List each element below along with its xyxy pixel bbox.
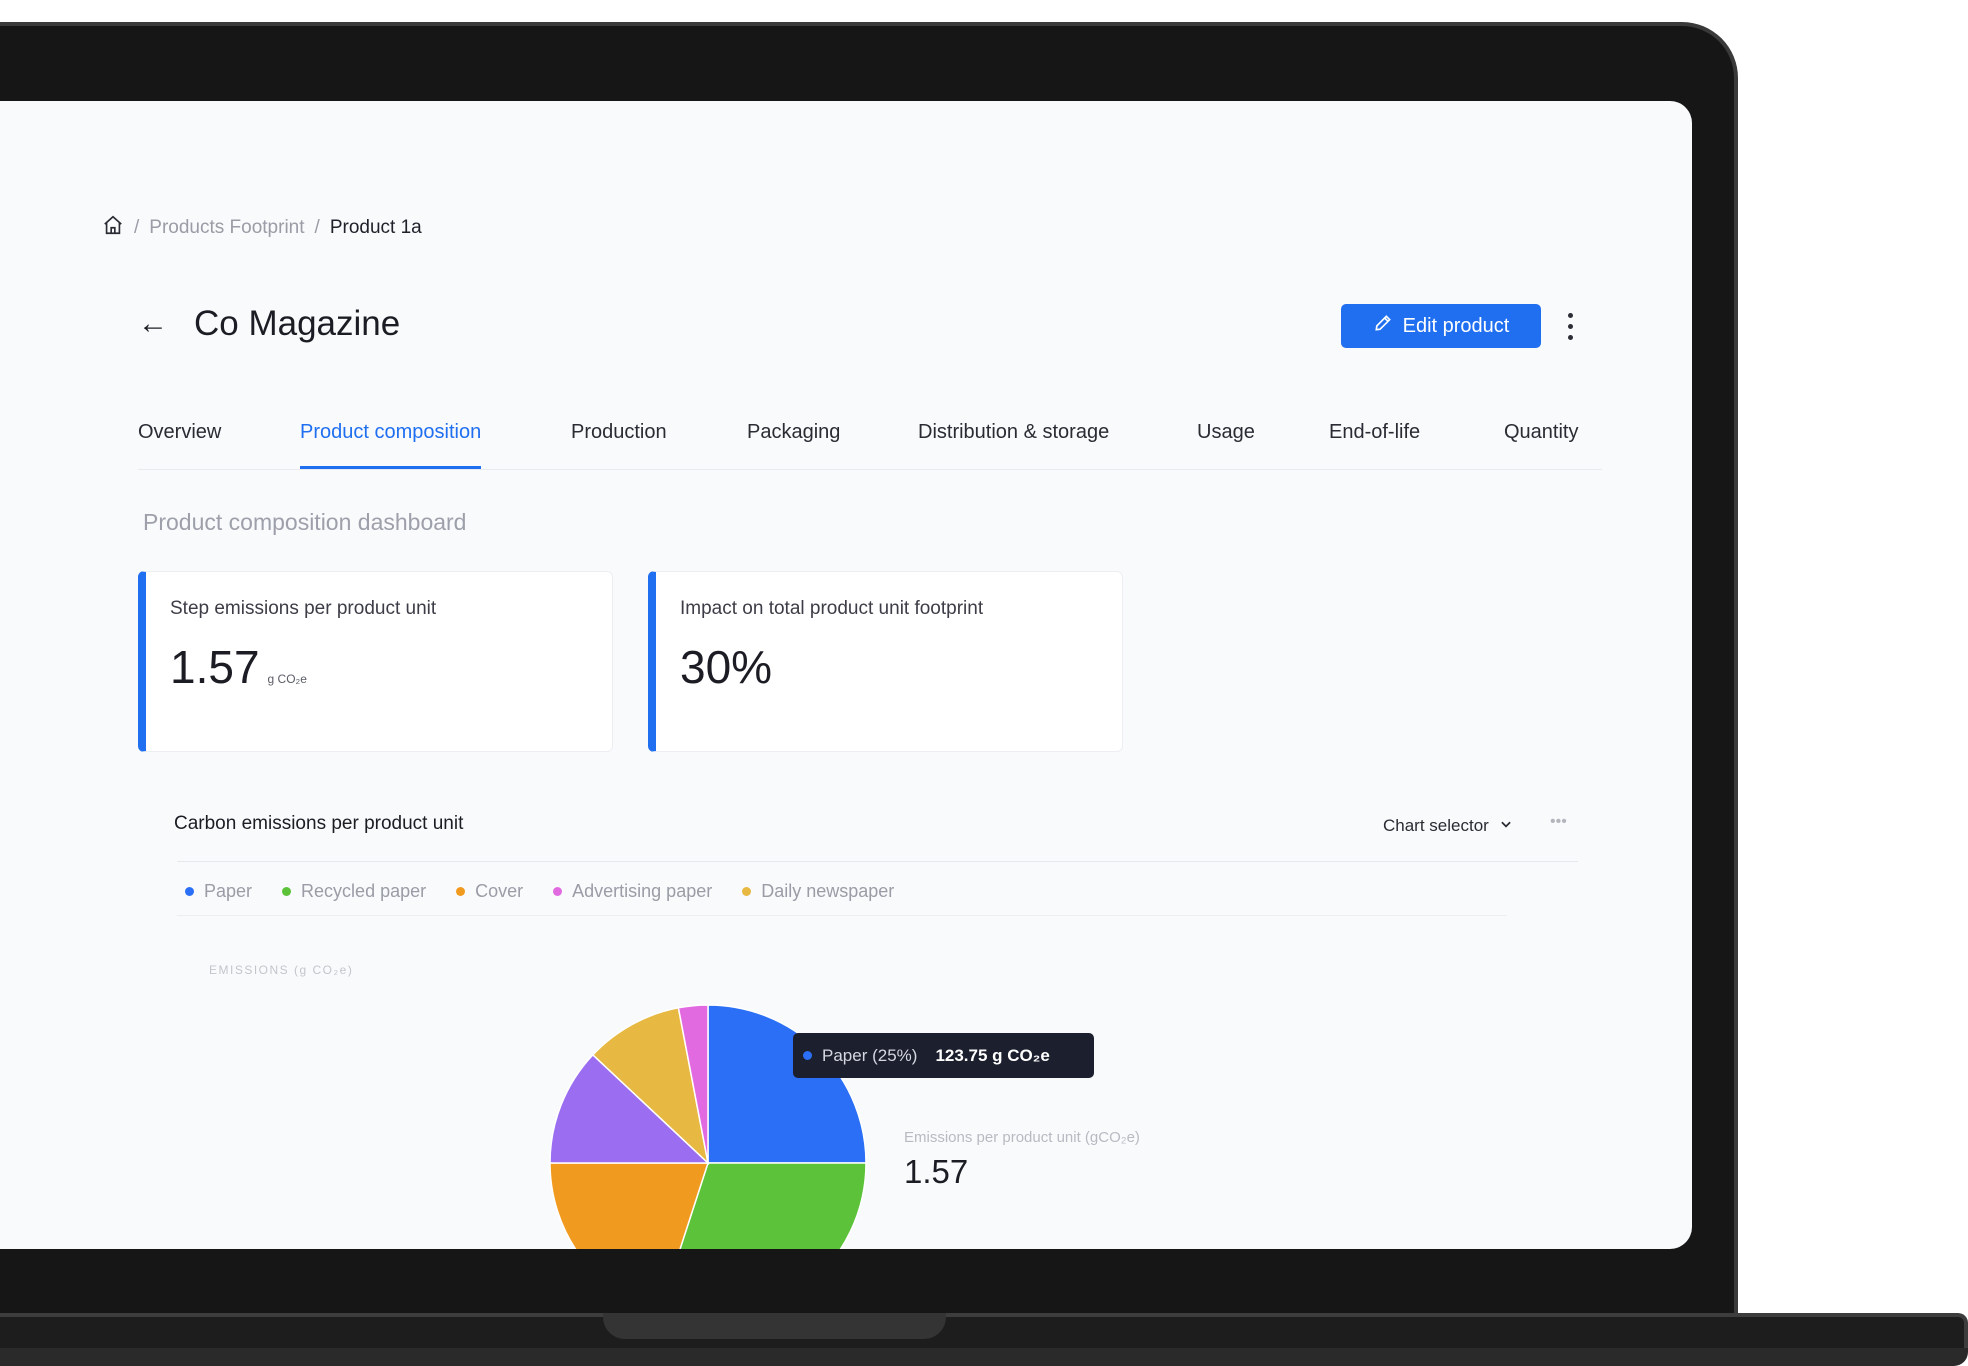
tab-packaging[interactable]: Packaging: [747, 421, 840, 467]
breadcrumb-separator: /: [314, 217, 320, 238]
section-label: Product composition dashboard: [143, 509, 467, 535]
page-title: Co Magazine: [194, 304, 401, 343]
chart-panel: Carbon emissions per product unit Chart …: [140, 791, 1580, 1249]
pencil-icon: [1373, 313, 1393, 339]
title-row: ← Co Magazine: [138, 304, 400, 344]
tab-distribution-storage[interactable]: Distribution & storage: [918, 421, 1109, 467]
laptop-base-lip: [0, 1348, 1968, 1366]
edit-product-label: Edit product: [1402, 314, 1510, 337]
card-unit: g CO₂e: [267, 672, 307, 686]
edit-product-button[interactable]: Edit product: [1341, 304, 1541, 348]
card-value: 1.57 g CO₂e: [170, 640, 307, 694]
pie-chart: [549, 1004, 867, 1249]
step-emissions-card: Step emissions per product unit 1.57 g CO…: [138, 571, 613, 752]
card-label: Impact on total product unit footprint: [680, 598, 984, 619]
app-screen: / Products Footprint / Product 1a ← Co M…: [0, 101, 1692, 1249]
breadcrumb-product: Product 1a: [329, 217, 422, 238]
pie-slice-cover[interactable]: [549, 1162, 710, 1249]
emissions-summary-label: Emissions per product unit (gCO₂e): [904, 1129, 1140, 1146]
tab-usage[interactable]: Usage: [1197, 421, 1255, 467]
tooltip-label: Paper (25%): [822, 1045, 918, 1065]
card-label: Step emissions per product unit: [170, 598, 437, 619]
tab-end-of-life[interactable]: End-of-life: [1329, 421, 1420, 467]
tab-overview[interactable]: Overview: [138, 421, 221, 467]
breadcrumb-separator: /: [134, 217, 140, 238]
impact-card: Impact on total product unit footprint 3…: [648, 571, 1123, 752]
chart-tooltip: Paper (25%) 123.75 g CO₂e: [793, 1033, 1094, 1078]
arrow-left-icon[interactable]: ←: [138, 309, 168, 339]
laptop-notch: [603, 1313, 946, 1339]
tooltip-dot: [803, 1051, 812, 1060]
tab-quantity[interactable]: Quantity: [1504, 421, 1578, 467]
tab-product-composition[interactable]: Product composition: [300, 421, 482, 469]
emissions-summary-value: 1.57: [904, 1153, 969, 1190]
tab-production[interactable]: Production: [571, 421, 667, 467]
tooltip-value: 123.75 g CO₂e: [935, 1045, 1050, 1065]
card-value: 30%: [680, 641, 773, 693]
tab-bar: Overview Product composition Production …: [138, 421, 1602, 470]
pie-slice-paper[interactable]: [707, 1004, 867, 1164]
card-value-number: 1.57: [170, 641, 260, 693]
kebab-menu-icon[interactable]: [1563, 306, 1577, 346]
home-icon[interactable]: [102, 214, 124, 242]
breadcrumb-products-footprint[interactable]: Products Footprint: [149, 217, 304, 239]
breadcrumb: / Products Footprint / Product 1a: [102, 214, 422, 242]
